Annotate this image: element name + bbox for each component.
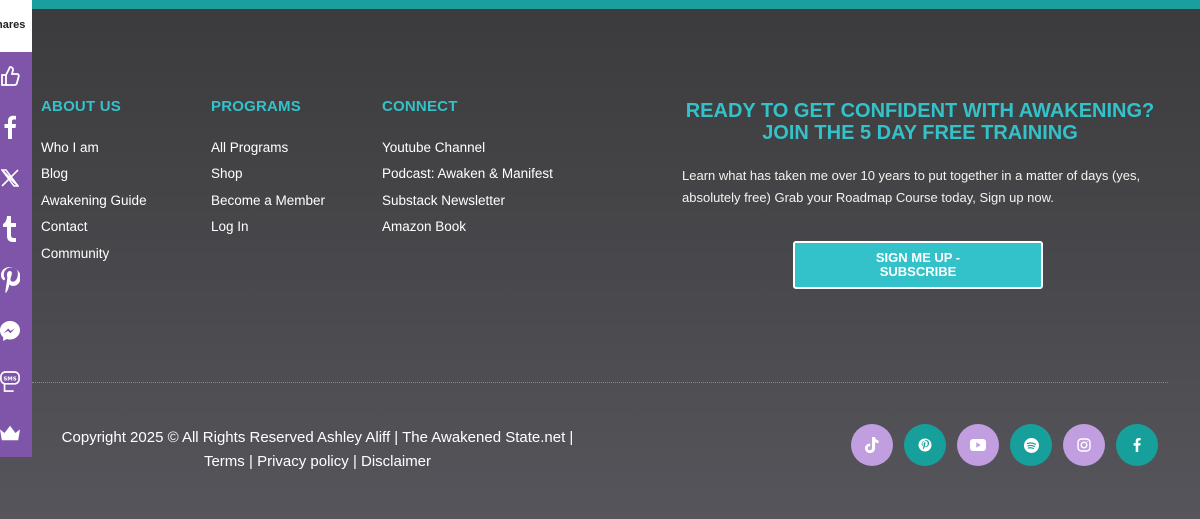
share-count: hares xyxy=(0,0,32,52)
link-podcast[interactable]: Podcast: Awaken & Manifest xyxy=(382,163,553,185)
separator: | xyxy=(248,453,253,470)
subscribe-button-label: SIGN ME UP - SUBSCRIBE xyxy=(875,250,961,279)
link-substack-newsletter[interactable]: Substack Newsletter xyxy=(382,190,505,212)
link-contact[interactable]: Contact xyxy=(41,216,88,238)
link-who-i-am[interactable]: Who I am xyxy=(41,137,99,159)
link-shop[interactable]: Shop xyxy=(211,163,243,185)
pinterest-icon[interactable] xyxy=(904,424,946,466)
link-log-in[interactable]: Log In xyxy=(211,216,249,238)
cta-title-line2: JOIN THE 5 DAY FREE TRAINING xyxy=(762,122,1078,144)
link-youtube-channel[interactable]: Youtube Channel xyxy=(382,137,485,159)
separator: | xyxy=(352,453,357,470)
disclaimer-link[interactable]: Disclaimer xyxy=(361,453,431,470)
terms-link[interactable]: Terms xyxy=(204,453,245,470)
thumbs-up-icon[interactable] xyxy=(0,61,20,91)
messenger-icon[interactable] xyxy=(0,316,20,346)
cta-description: Learn what has taken me over 10 years to… xyxy=(682,168,1141,205)
link-all-programs[interactable]: All Programs xyxy=(211,137,288,159)
instagram-icon[interactable] xyxy=(1063,424,1105,466)
x-icon[interactable] xyxy=(0,163,20,193)
svg-text:SMS: SMS xyxy=(3,377,16,383)
youtube-icon[interactable] xyxy=(957,424,999,466)
cta-title-line1: READY TO GET CONFIDENT WITH AWAKENING? xyxy=(685,100,1155,122)
privacy-policy-link[interactable]: Privacy policy xyxy=(257,453,349,470)
tumblr-icon[interactable] xyxy=(0,214,20,244)
programs-heading: PROGRAMS xyxy=(211,98,301,115)
top-accent-bar xyxy=(0,0,1200,9)
share-count-label: hares xyxy=(0,19,26,31)
copyright-block: Copyright 2025 © All Rights Reserved Ash… xyxy=(40,426,595,474)
crown-icon[interactable] xyxy=(0,418,20,448)
about-us-heading: ABOUT US xyxy=(41,98,121,115)
spotify-icon[interactable] xyxy=(1010,424,1052,466)
link-blog[interactable]: Blog xyxy=(41,163,68,185)
link-awakening-guide[interactable]: Awakening Guide xyxy=(41,190,147,212)
link-amazon-book[interactable]: Amazon Book xyxy=(382,216,466,238)
connect-heading: CONNECT xyxy=(382,98,458,115)
footer-divider xyxy=(32,382,1168,383)
link-community[interactable]: Community xyxy=(41,243,109,265)
pinterest-icon[interactable] xyxy=(0,265,20,295)
facebook-icon[interactable] xyxy=(0,112,20,142)
sms-icon[interactable]: SMS xyxy=(0,367,20,397)
facebook-icon[interactable] xyxy=(1116,424,1158,466)
link-become-a-member[interactable]: Become a Member xyxy=(211,190,325,212)
copyright-text: Copyright 2025 © All Rights Reserved Ash… xyxy=(61,429,574,446)
share-sidebar: hares SMS xyxy=(0,0,32,457)
cta-title: READY TO GET CONFIDENT WITH AWAKENING? J… xyxy=(670,100,1170,144)
tiktok-icon[interactable] xyxy=(851,424,893,466)
subscribe-button[interactable]: SIGN ME UP - SUBSCRIBE xyxy=(793,241,1043,289)
